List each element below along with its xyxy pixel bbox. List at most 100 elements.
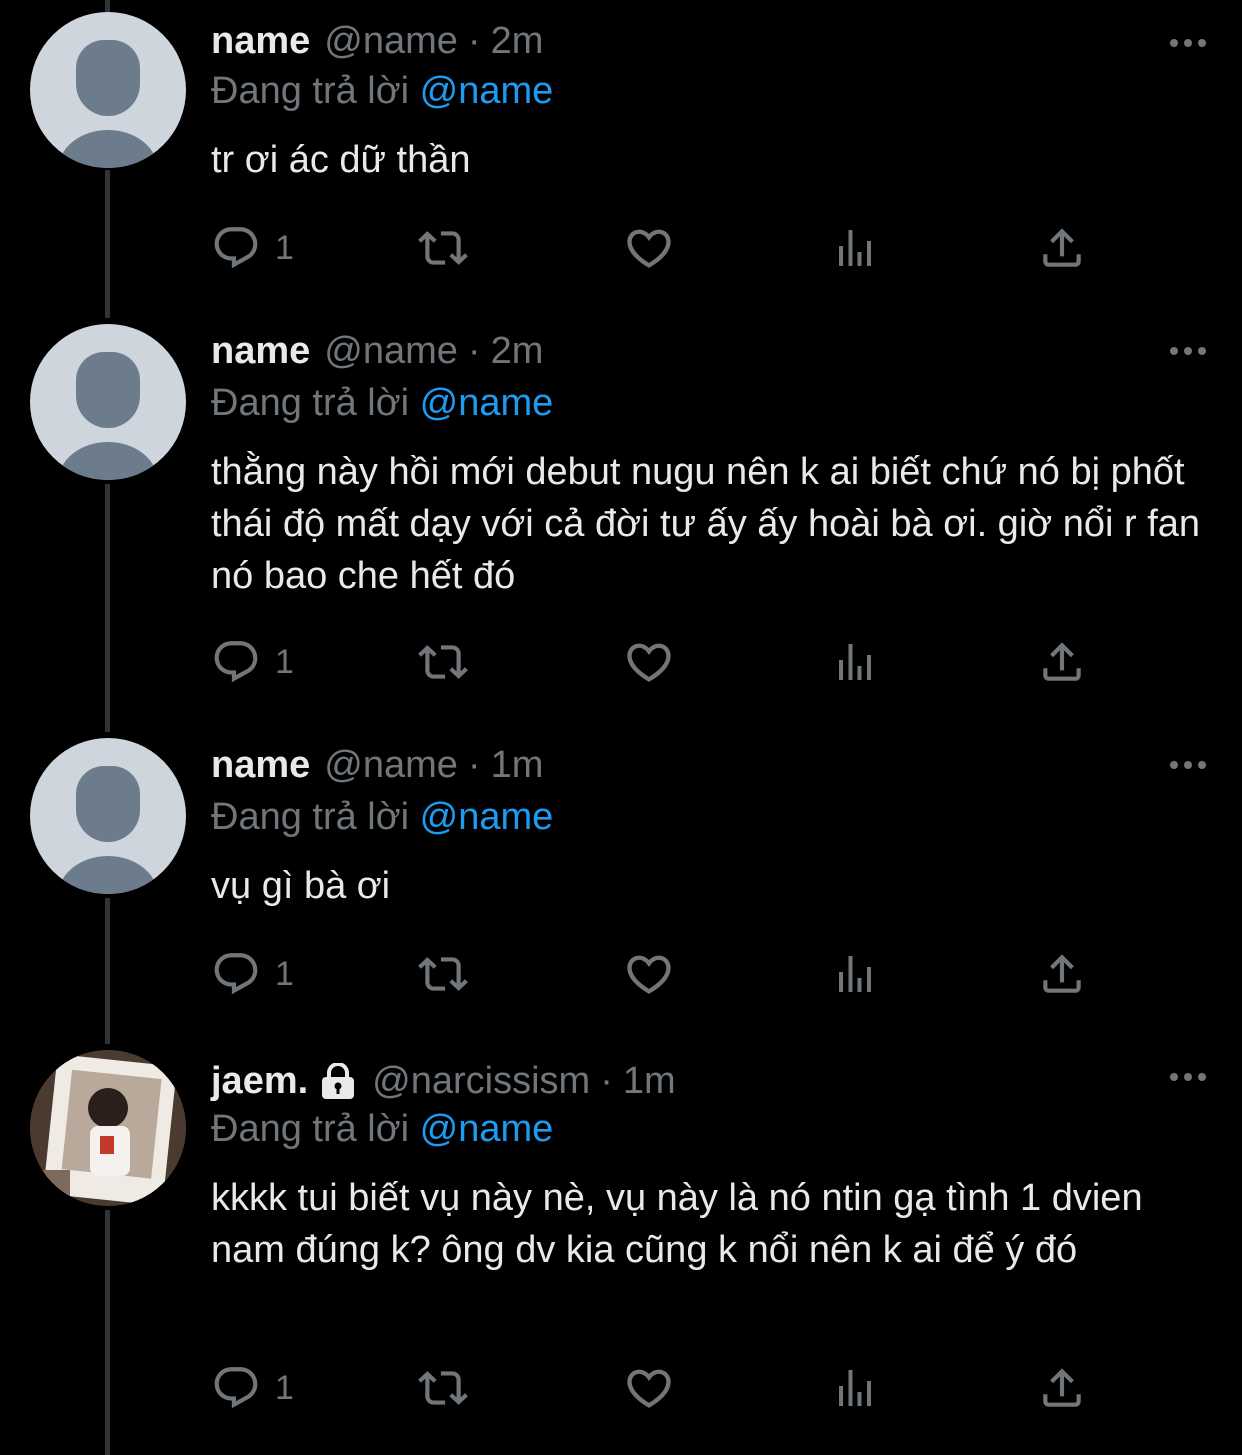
reply-mention-link[interactable]: @name <box>420 1108 554 1150</box>
views-icon <box>839 956 871 992</box>
separator: · <box>467 20 481 62</box>
heart-icon <box>627 1369 671 1408</box>
reply-mention-link[interactable]: @name <box>420 796 554 838</box>
handle[interactable]: @name <box>324 326 458 376</box>
replying-to: Đang trả lời @name <box>211 1104 553 1154</box>
default-avatar-head <box>76 40 140 116</box>
reply-count: 1 <box>275 642 294 681</box>
tweet-header: name @name · 2m <box>211 16 543 66</box>
reply-mention-link[interactable]: @name <box>420 382 554 424</box>
views-icon <box>839 1370 871 1406</box>
views-icon <box>839 644 871 680</box>
reply-count: 1 <box>275 228 294 267</box>
separator: · <box>467 744 481 786</box>
replying-to-label: Đang trả lời <box>211 70 410 112</box>
handle[interactable]: @name <box>324 16 458 66</box>
reply-icon <box>214 641 258 683</box>
separator: · <box>467 330 481 372</box>
timestamp[interactable]: 2m <box>491 16 544 66</box>
like-button[interactable] <box>623 1358 675 1418</box>
avatar[interactable] <box>30 1050 186 1206</box>
views-button[interactable] <box>831 1358 879 1418</box>
reply-button[interactable]: 1 <box>211 944 294 1004</box>
reply-count: 1 <box>275 1368 294 1407</box>
tweet-header: jaem. @narcissism · 1m <box>211 1056 676 1106</box>
replying-to: Đang trả lời @name <box>211 66 553 116</box>
retweet-button[interactable] <box>415 218 471 278</box>
views-button[interactable] <box>831 632 879 692</box>
reply-icon <box>214 1367 258 1409</box>
default-avatar-body <box>58 442 158 480</box>
more-icon[interactable] <box>1168 28 1208 58</box>
default-avatar-body <box>58 130 158 168</box>
share-icon <box>1043 228 1081 267</box>
share-icon <box>1043 1368 1081 1407</box>
replying-to: Đang trả lời @name <box>211 792 553 842</box>
avatar[interactable] <box>30 324 186 480</box>
replying-to: Đang trả lời @name <box>211 378 553 428</box>
timestamp[interactable]: 1m <box>623 1056 676 1106</box>
timestamp[interactable]: 2m <box>491 326 544 376</box>
tweet-header: name @name · 1m <box>211 740 543 790</box>
replying-to-label: Đang trả lời <box>211 382 410 424</box>
tweet-text: tr ơi ác dữ thần <box>211 139 471 181</box>
reply-mention-link[interactable]: @name <box>420 70 554 112</box>
tweet[interactable]: jaem. @narcissism · 1m Đang trả lời @nam… <box>0 1050 1242 1450</box>
more-icon[interactable] <box>1168 336 1208 366</box>
heart-icon <box>627 229 671 268</box>
like-button[interactable] <box>623 218 675 278</box>
avatar[interactable] <box>30 12 186 168</box>
action-bar: 1 <box>211 944 1111 1004</box>
share-icon <box>1043 642 1081 681</box>
share-button[interactable] <box>1037 632 1087 692</box>
replying-to-label: Đang trả lời <box>211 796 410 838</box>
share-button[interactable] <box>1037 1358 1087 1418</box>
like-button[interactable] <box>623 632 675 692</box>
separator: · <box>600 1060 613 1102</box>
tweet-text: kkkk tui biết vụ này nè, vụ này là nó nt… <box>211 1177 1154 1271</box>
retweet-icon <box>418 957 468 991</box>
more-icon[interactable] <box>1168 1062 1208 1092</box>
share-button[interactable] <box>1037 218 1087 278</box>
like-button[interactable] <box>623 944 675 1004</box>
display-name[interactable]: name <box>211 16 310 66</box>
tweet[interactable]: name @name · 2m Đang trả lời @name thằng… <box>0 324 1242 724</box>
tweet[interactable]: name @name · 2m Đang trả lời @name tr ơi… <box>0 12 1242 312</box>
display-name[interactable]: name <box>211 740 310 790</box>
action-bar: 1 <box>211 1358 1111 1418</box>
views-button[interactable] <box>831 218 879 278</box>
display-name[interactable]: jaem. <box>211 1056 308 1106</box>
handle[interactable]: @narcissism <box>372 1056 590 1106</box>
reply-count: 1 <box>275 954 294 993</box>
retweet-icon <box>418 645 468 679</box>
retweet-button[interactable] <box>415 1358 471 1418</box>
retweet-button[interactable] <box>415 632 471 692</box>
share-button[interactable] <box>1037 944 1087 1004</box>
action-bar: 1 <box>211 632 1111 692</box>
replying-to-label: Đang trả lời <box>211 1108 410 1150</box>
reply-button[interactable]: 1 <box>211 218 294 278</box>
share-icon <box>1043 954 1081 993</box>
reply-icon <box>214 227 258 269</box>
more-icon[interactable] <box>1168 750 1208 780</box>
tweet-header: name @name · 2m <box>211 326 543 376</box>
reply-icon <box>214 953 258 995</box>
timestamp[interactable]: 1m <box>491 740 544 790</box>
tweet[interactable]: name @name · 1m Đang trả lời @name vụ gì… <box>0 738 1242 1038</box>
reply-button[interactable]: 1 <box>211 632 294 692</box>
handle[interactable]: @name <box>324 740 458 790</box>
avatar[interactable] <box>30 738 186 894</box>
lock-icon <box>322 1063 355 1099</box>
heart-icon <box>627 643 671 682</box>
reply-button[interactable]: 1 <box>211 1358 294 1418</box>
default-avatar-head <box>76 352 140 428</box>
retweet-icon <box>418 231 468 265</box>
profile-photo-icon <box>30 1050 186 1206</box>
tweet-text: vụ gì bà ơi <box>211 865 391 907</box>
views-button[interactable] <box>831 944 879 1004</box>
display-name[interactable]: name <box>211 326 310 376</box>
tweet-text: thằng này hồi mới debut nugu nên k ai bi… <box>211 451 1211 597</box>
action-bar: 1 <box>211 218 1111 278</box>
retweet-button[interactable] <box>415 944 471 1004</box>
retweet-icon <box>418 1371 468 1405</box>
